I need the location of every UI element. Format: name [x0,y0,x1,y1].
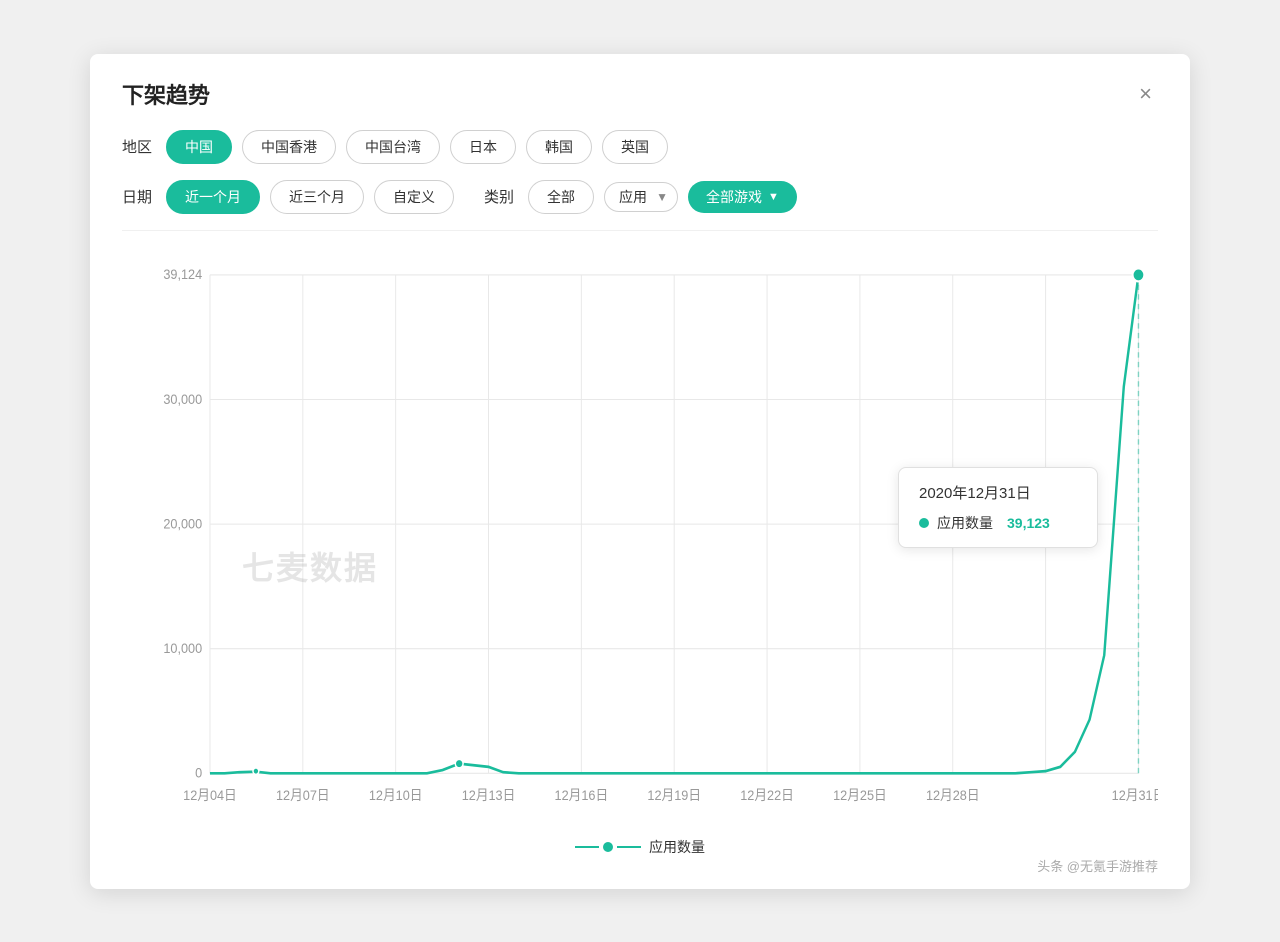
region-btn-china[interactable]: 中国 [166,130,232,164]
svg-text:20,000: 20,000 [163,515,202,531]
svg-text:12月16日: 12月16日 [555,787,609,803]
region-btn-korea[interactable]: 韩国 [526,130,592,164]
category-app-select[interactable]: 应用 [604,182,678,212]
region-btn-tw[interactable]: 中国台湾 [346,130,440,164]
chevron-down-icon: ▼ [768,191,779,203]
svg-text:0: 0 [195,765,202,781]
footer-watermark: 头条 @无氪手游推荐 [1037,856,1158,875]
chart-bump-point [455,759,463,768]
date-label: 日期 [122,186,152,207]
chart-area: .axis-text { font-size: 13px; fill: #999… [122,247,1158,827]
dialog-container: 下架趋势 × 地区 中国 中国香港 中国台湾 日本 韩国 英国 日期 近一个月 … [90,54,1190,889]
svg-text:12月13日: 12月13日 [462,787,516,803]
svg-text:39,124: 39,124 [163,266,202,282]
region-filter-row: 地区 中国 中国香港 中国台湾 日本 韩国 英国 [122,130,1158,164]
region-label: 地区 [122,136,152,157]
svg-text:12月25日: 12月25日 [833,787,887,803]
chart-legend: 应用数量 [122,837,1158,857]
legend-label: 应用数量 [649,837,705,857]
dialog-title: 下架趋势 [122,78,210,110]
close-button[interactable]: × [1133,81,1158,107]
region-btn-uk[interactable]: 英国 [602,130,668,164]
date-btn-month1[interactable]: 近一个月 [166,180,260,214]
legend-dot [603,842,613,852]
svg-text:12月19日: 12月19日 [647,787,701,803]
dialog-header: 下架趋势 × [122,78,1158,110]
divider [122,230,1158,231]
category-game-btn[interactable]: 全部游戏 ▼ [688,181,797,213]
legend-dash2 [617,846,641,848]
category-label: 类别 [484,186,514,207]
svg-text:12月07日: 12月07日 [276,787,330,803]
date-btn-custom[interactable]: 自定义 [374,180,454,214]
category-game-label: 全部游戏 [706,187,762,207]
category-app-select-wrap: 应用 ▼ [604,182,678,212]
date-btn-month3[interactable]: 近三个月 [270,180,364,214]
legend-line-item: 应用数量 [575,837,705,857]
svg-text:30,000: 30,000 [163,391,202,407]
svg-text:12月22日: 12月22日 [740,787,794,803]
svg-text:12月10日: 12月10日 [369,787,423,803]
legend-dash [575,846,599,848]
chart-svg: .axis-text { font-size: 13px; fill: #999… [122,247,1158,827]
chart-bump2-point [253,767,259,773]
svg-text:12月28日: 12月28日 [926,787,980,803]
svg-text:12月04日: 12月04日 [183,787,237,803]
svg-text:12月31日: 12月31日 [1112,787,1158,803]
date-filter-row: 日期 近一个月 近三个月 自定义 类别 全部 应用 ▼ 全部游戏 ▼ [122,180,1158,214]
region-btn-hk[interactable]: 中国香港 [242,130,336,164]
svg-text:10,000: 10,000 [163,640,202,656]
region-btn-japan[interactable]: 日本 [450,130,516,164]
category-all-btn[interactable]: 全部 [528,180,594,214]
